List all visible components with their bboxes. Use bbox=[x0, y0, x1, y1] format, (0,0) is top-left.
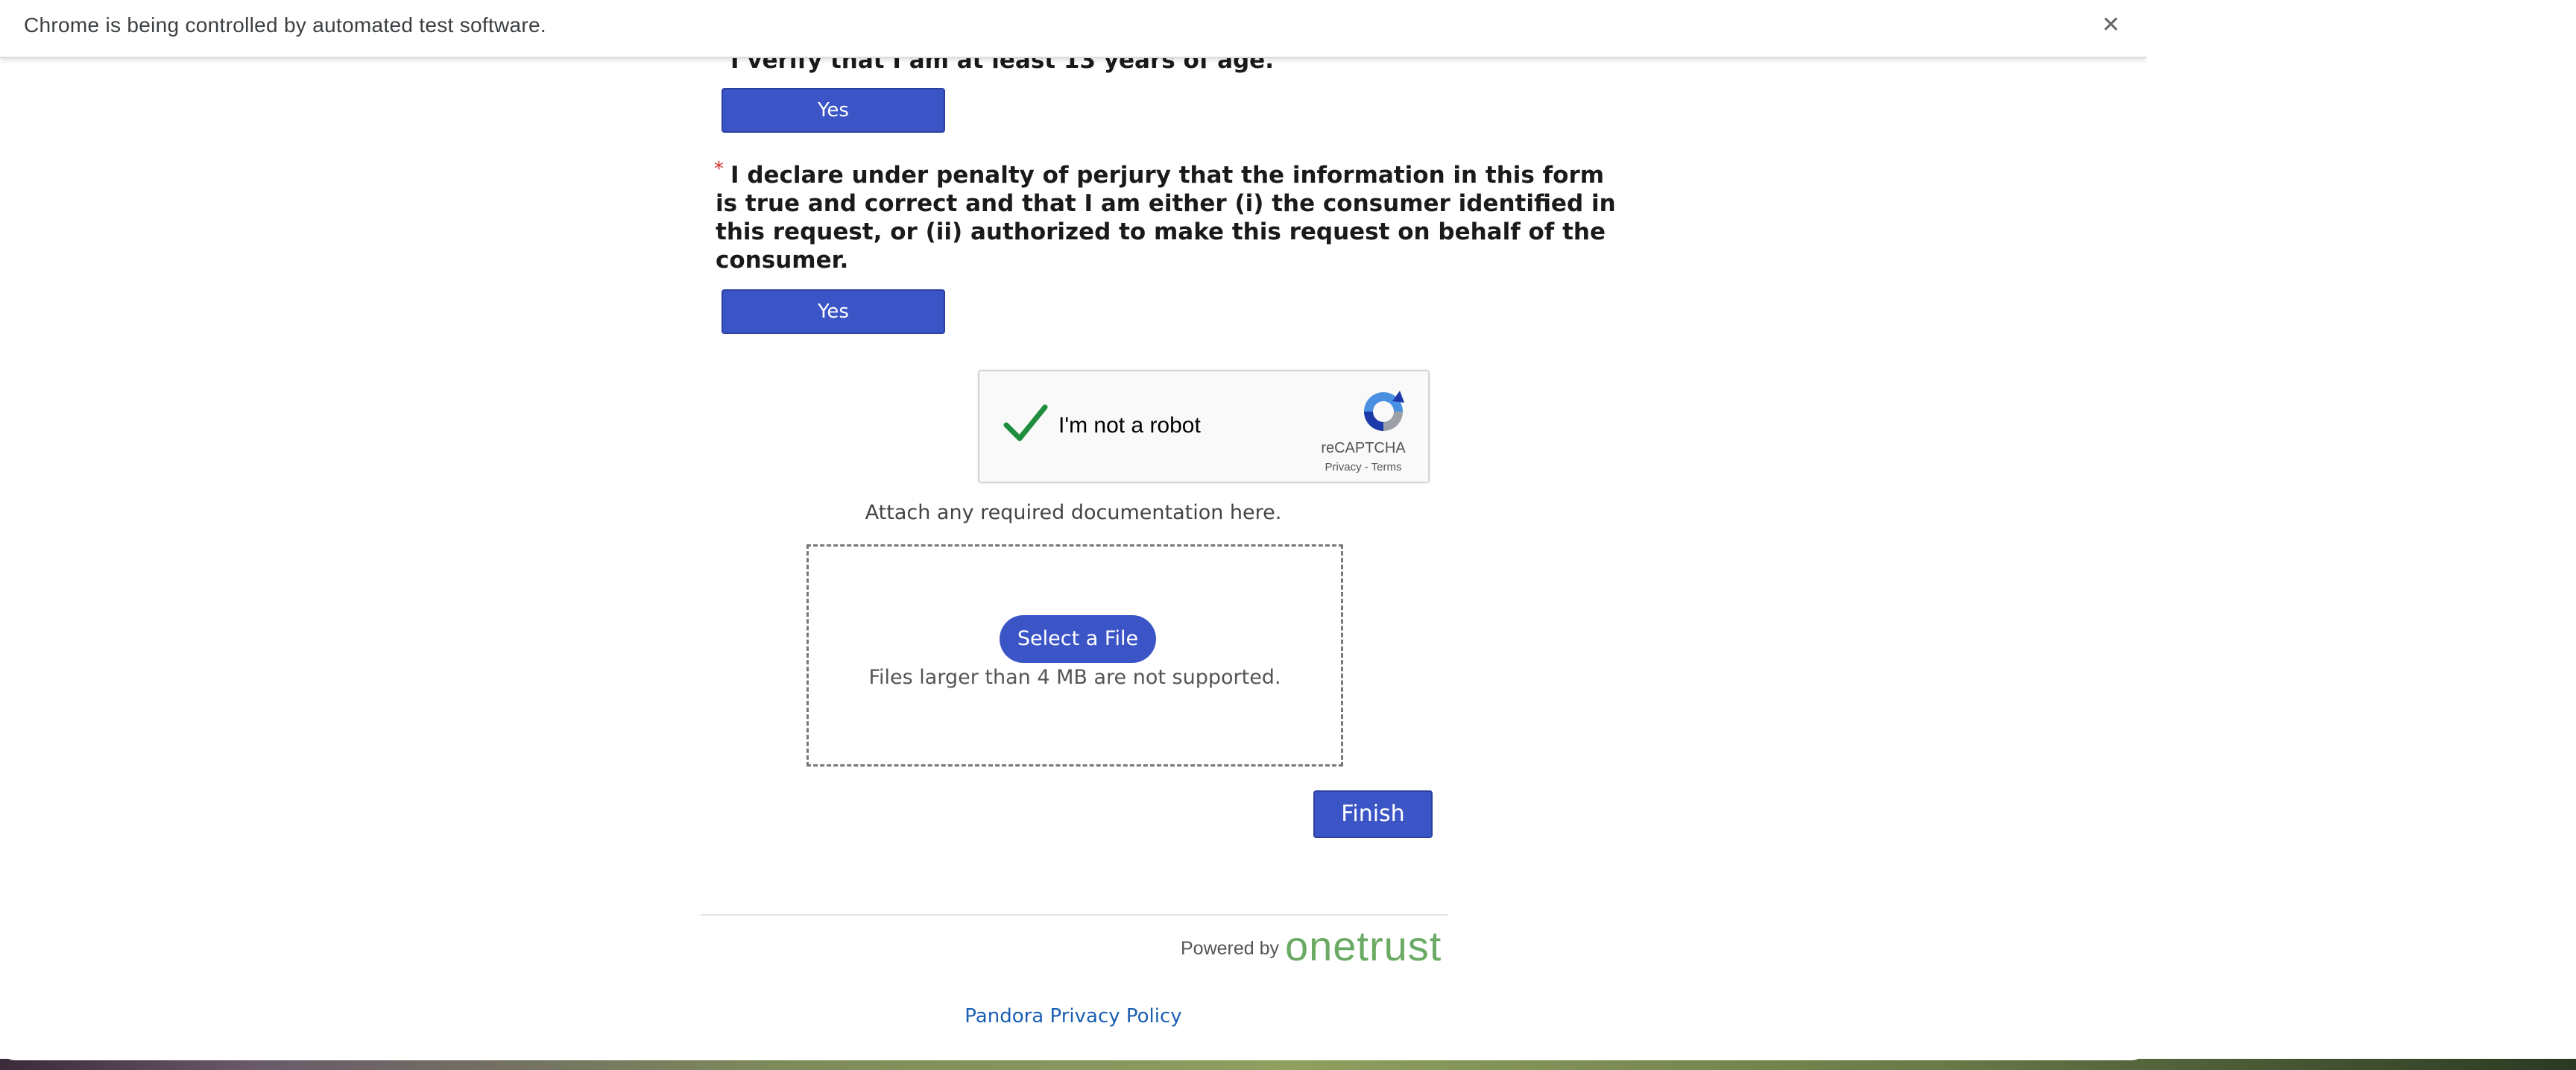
checkmark-icon[interactable] bbox=[1002, 400, 1049, 447]
select-file-button[interactable]: Select a File bbox=[1000, 615, 1156, 663]
attach-label: Attach any required documentation here. bbox=[865, 501, 1282, 524]
file-dropzone[interactable]: Select a File Files larger than 4 MB are… bbox=[806, 544, 1343, 767]
desktop-background bbox=[2147, 0, 2576, 1059]
browser-window: I verify that I am at least 13 years of … bbox=[0, 0, 2147, 1060]
perjury-line-3: this request, or (ii) authorized to make… bbox=[716, 218, 1606, 245]
finish-button[interactable]: Finish bbox=[1313, 790, 1433, 838]
recaptcha-label: I'm not a robot bbox=[1058, 413, 1201, 438]
file-size-note: Files larger than 4 MB are not supported… bbox=[868, 666, 1281, 689]
infobar-message: Chrome is being controlled by automated … bbox=[24, 13, 546, 37]
required-marker: * bbox=[714, 158, 724, 180]
privacy-policy-link[interactable]: Pandora Privacy Policy bbox=[745, 1005, 1401, 1027]
automation-infobar: Chrome is being controlled by automated … bbox=[0, 0, 2147, 58]
footer-divider bbox=[701, 914, 1448, 916]
close-icon[interactable]: ✕ bbox=[2096, 10, 2126, 40]
recaptcha-widget: I'm not a robot reCAPTCHA Privacy - Term… bbox=[978, 370, 1430, 483]
onetrust-logo: onetrust bbox=[1285, 922, 1442, 969]
recaptcha-logo-icon bbox=[1364, 391, 1404, 431]
perjury-line-1: I declare under penalty of perjury that … bbox=[730, 162, 1605, 189]
recaptcha-privacy-terms[interactable]: Privacy - Terms bbox=[1300, 461, 1427, 473]
perjury-line-4: consumer. bbox=[716, 247, 849, 274]
age-yes-button[interactable]: Yes bbox=[722, 88, 945, 133]
recaptcha-brand: reCAPTCHA bbox=[1321, 440, 1406, 456]
powered-by-label: Powered by bbox=[1181, 938, 1280, 959]
request-form: I verify that I am at least 13 years of … bbox=[0, 0, 2147, 1060]
desktop-wallpaper bbox=[0, 1059, 2576, 1070]
screen: I verify that I am at least 13 years of … bbox=[0, 0, 2576, 1070]
perjury-yes-button[interactable]: Yes bbox=[722, 289, 945, 334]
perjury-line-2: is true and correct and that I am either… bbox=[716, 190, 1616, 217]
